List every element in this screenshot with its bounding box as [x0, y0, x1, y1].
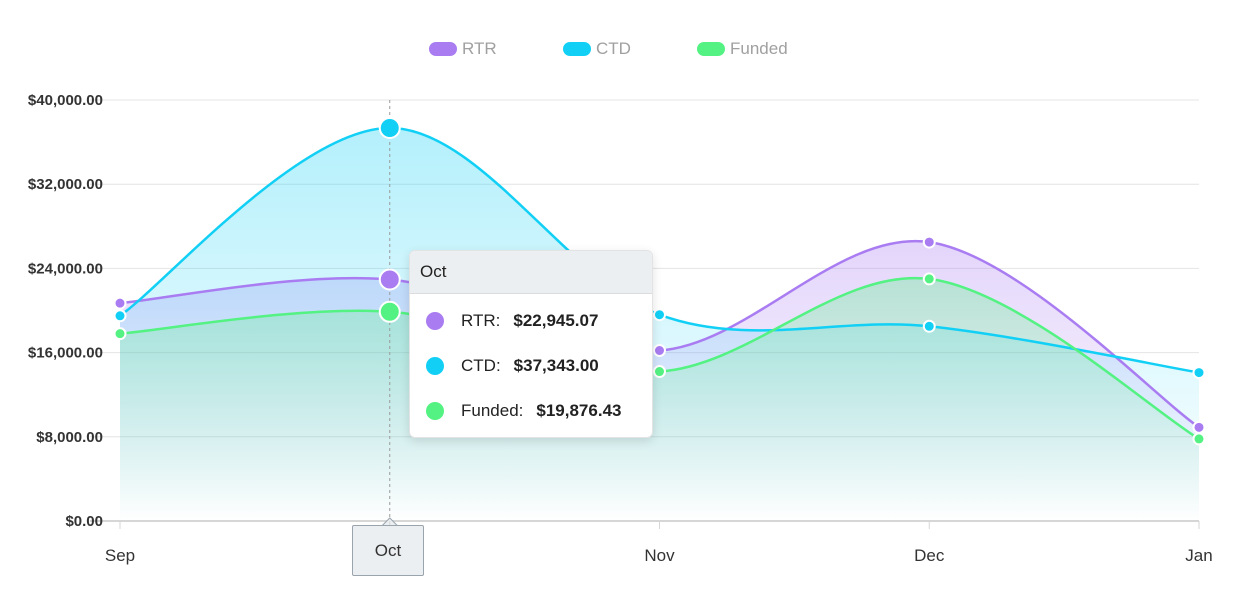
- legend-swatch-ctd: [563, 42, 591, 56]
- y-tick-label: $32,000.00: [28, 176, 103, 193]
- legend-item-ctd[interactable]: CTD: [563, 38, 631, 60]
- point-rtr[interactable]: [113, 296, 127, 310]
- tooltip-row-ctd: CTD: $37,343.00: [426, 354, 599, 378]
- x-tick-label: Sep: [105, 546, 135, 565]
- x-tick-label: Jan: [1185, 546, 1212, 565]
- legend-swatch-rtr: [429, 42, 457, 56]
- point-rtr[interactable]: [653, 343, 666, 357]
- legend-item-rtr[interactable]: RTR: [429, 38, 497, 60]
- tooltip-row-funded: Funded: $19,876.43: [426, 399, 621, 423]
- tooltip-title: Oct: [410, 251, 652, 294]
- x-tick-label: Nov: [644, 546, 675, 565]
- tooltip-row-rtr: RTR: $22,945.07: [426, 309, 598, 333]
- point-ctd[interactable]: [113, 309, 127, 323]
- chart-tooltip: Oct RTR: $22,945.07 CTD: $37,343.00 Fund…: [409, 250, 653, 438]
- point-funded[interactable]: [653, 365, 666, 379]
- legend-item-funded[interactable]: Funded: [697, 38, 788, 60]
- point-ctd[interactable]: [1192, 366, 1206, 380]
- area-chart: $0.00 $8,000.00 $16,000.00 $24,000.00 $32,00…: [0, 0, 1256, 611]
- point-rtr[interactable]: [922, 235, 936, 249]
- point-ctd[interactable]: [653, 308, 666, 322]
- tooltip-value-rtr: $22,945.07: [513, 311, 599, 330]
- point-funded[interactable]: [922, 272, 936, 286]
- tooltip-dot-ctd: [426, 357, 444, 375]
- x-tick-label: Dec: [914, 546, 945, 565]
- y-tick-label: $16,000.00: [28, 345, 103, 362]
- point-funded[interactable]: [378, 300, 401, 323]
- legend-label-rtr: RTR: [462, 39, 497, 58]
- tooltip-dot-rtr: [426, 312, 444, 330]
- y-tick-label: $40,000.00: [28, 92, 103, 109]
- tooltip-dot-funded: [426, 402, 444, 420]
- point-ctd[interactable]: [378, 116, 401, 139]
- legend: RTR CTD Funded: [0, 38, 1256, 60]
- tooltip-label-rtr: RTR:: [461, 311, 501, 330]
- y-tick-label: $8,000.00: [36, 429, 103, 446]
- tooltip-value-ctd: $37,343.00: [513, 356, 599, 375]
- y-tick-label: $0.00: [65, 513, 103, 530]
- legend-swatch-funded: [697, 42, 725, 56]
- tooltip-label-funded: Funded:: [461, 401, 524, 420]
- legend-label-funded: Funded: [730, 39, 788, 58]
- tooltip-value-funded: $19,876.43: [536, 401, 622, 420]
- crosshair-x-label: Oct: [352, 525, 424, 576]
- point-funded[interactable]: [113, 327, 127, 341]
- point-rtr[interactable]: [1192, 420, 1206, 434]
- tooltip-label-ctd: CTD:: [461, 356, 501, 375]
- y-tick-label: $24,000.00: [28, 260, 103, 277]
- point-ctd[interactable]: [922, 319, 936, 333]
- point-funded[interactable]: [1192, 432, 1206, 446]
- point-rtr[interactable]: [378, 268, 401, 291]
- legend-label-ctd: CTD: [596, 39, 631, 58]
